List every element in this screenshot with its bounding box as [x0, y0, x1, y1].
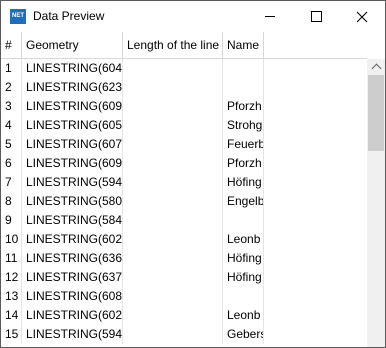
table-row[interactable]: 4 LINESTRING(6055 Strohg: [1, 116, 367, 135]
maximize-button[interactable]: [293, 1, 339, 32]
row-index-cell[interactable]: 5: [1, 135, 22, 154]
length-cell[interactable]: [123, 230, 223, 249]
chevron-up-icon: [371, 63, 381, 74]
row-index-cell[interactable]: 12: [1, 268, 22, 287]
row-index-cell[interactable]: 11: [1, 249, 22, 268]
data-grid[interactable]: # Geometry Length of the line Name 1 LINE…: [1, 32, 385, 347]
name-cell[interactable]: Leonb: [223, 230, 264, 249]
length-cell[interactable]: [123, 135, 223, 154]
length-cell[interactable]: [123, 268, 223, 287]
name-cell[interactable]: [223, 287, 264, 306]
maximize-icon: [310, 11, 322, 22]
length-cell[interactable]: [123, 249, 223, 268]
name-cell[interactable]: Höfing: [223, 268, 264, 287]
geometry-cell[interactable]: LINESTRING(6094: [22, 154, 123, 173]
geometry-cell[interactable]: LINESTRING(6022: [22, 230, 123, 249]
scroll-up-button[interactable]: [367, 59, 385, 75]
name-cell[interactable]: Strohg: [223, 116, 264, 135]
row-index-cell[interactable]: 1: [1, 59, 22, 78]
geometry-cell[interactable]: LINESTRING(5944: [22, 325, 123, 344]
minimize-button[interactable]: [247, 1, 293, 32]
geometry-cell[interactable]: LINESTRING(6370: [22, 268, 123, 287]
table-row[interactable]: 7 LINESTRING(5946 Höfing: [1, 173, 367, 192]
close-button[interactable]: [339, 1, 385, 32]
table-row[interactable]: 2 LINESTRING(6233: [1, 78, 367, 97]
length-cell[interactable]: [123, 78, 223, 97]
column-header-geometry[interactable]: Geometry: [22, 32, 123, 58]
table-row[interactable]: 3 LINESTRING(6090 Pforzh: [1, 97, 367, 116]
table-row[interactable]: 13 LINESTRING(6087: [1, 287, 367, 306]
table-row[interactable]: 6 LINESTRING(6094 Pforzh: [1, 154, 367, 173]
row-index-cell[interactable]: 10: [1, 230, 22, 249]
name-cell[interactable]: Feuerb: [223, 135, 264, 154]
table-row[interactable]: 14 LINESTRING(6029 Leonb: [1, 306, 367, 325]
row-index-cell[interactable]: 7: [1, 173, 22, 192]
name-cell[interactable]: Pforzh: [223, 154, 264, 173]
table-row[interactable]: 10 LINESTRING(6022 Leonb: [1, 230, 367, 249]
geometry-cell[interactable]: LINESTRING(6070: [22, 135, 123, 154]
table-row[interactable]: 5 LINESTRING(6070 Feuerb: [1, 135, 367, 154]
geometry-cell[interactable]: LINESTRING(6087: [22, 287, 123, 306]
table-row[interactable]: 12 LINESTRING(6370 Höfing: [1, 268, 367, 287]
name-cell[interactable]: [223, 211, 264, 230]
row-index-cell[interactable]: 2: [1, 78, 22, 97]
table-row[interactable]: 9 LINESTRING(5847: [1, 211, 367, 230]
name-cell[interactable]: Pforzh: [223, 97, 264, 116]
row-index-cell[interactable]: 8: [1, 192, 22, 211]
name-cell[interactable]: Gebers: [223, 325, 264, 344]
table-row[interactable]: 11 LINESTRING(6368 Höfing: [1, 249, 367, 268]
window-title: Data Preview: [33, 9, 105, 23]
length-cell[interactable]: [123, 59, 223, 78]
length-cell[interactable]: [123, 287, 223, 306]
geometry-cell[interactable]: LINESTRING(5847: [22, 211, 123, 230]
scrollbar-thumb[interactable]: [368, 75, 384, 151]
name-cell[interactable]: Leonb: [223, 306, 264, 325]
geometry-cell[interactable]: LINESTRING(6090: [22, 97, 123, 116]
geometry-cell[interactable]: LINESTRING(6368: [22, 249, 123, 268]
row-index-cell[interactable]: 14: [1, 306, 22, 325]
table-row[interactable]: 1 LINESTRING(6046: [1, 59, 367, 78]
app-icon: NET: [10, 9, 26, 24]
geometry-cell[interactable]: LINESTRING(6233: [22, 78, 123, 97]
data-preview-window: NET Data Preview # Geometry Length of th…: [0, 0, 386, 348]
name-cell[interactable]: Höfing: [223, 249, 264, 268]
geometry-cell[interactable]: LINESTRING(6029: [22, 306, 123, 325]
row-index-cell[interactable]: 9: [1, 211, 22, 230]
column-header-index[interactable]: #: [1, 32, 22, 58]
length-cell[interactable]: [123, 325, 223, 344]
length-cell[interactable]: [123, 306, 223, 325]
row-index-cell[interactable]: 3: [1, 97, 22, 116]
vertical-scrollbar[interactable]: [367, 59, 385, 347]
geometry-cell[interactable]: LINESTRING(6046: [22, 59, 123, 78]
minimize-icon: [265, 16, 275, 17]
length-cell[interactable]: [123, 192, 223, 211]
geometry-cell[interactable]: LINESTRING(5946: [22, 173, 123, 192]
table-row[interactable]: 8 LINESTRING(5808 Engelb: [1, 192, 367, 211]
row-index-cell[interactable]: 15: [1, 325, 22, 344]
column-header-row: # Geometry Length of the line Name: [1, 32, 367, 59]
name-cell[interactable]: Höfing: [223, 173, 264, 192]
title-bar[interactable]: NET Data Preview: [1, 1, 385, 32]
name-cell[interactable]: [223, 78, 264, 97]
geometry-cell[interactable]: LINESTRING(5808: [22, 192, 123, 211]
name-cell[interactable]: [223, 59, 264, 78]
row-index-cell[interactable]: 13: [1, 287, 22, 306]
length-cell[interactable]: [123, 154, 223, 173]
length-cell[interactable]: [123, 211, 223, 230]
table-row[interactable]: 15 LINESTRING(5944 Gebers: [1, 325, 367, 344]
name-cell[interactable]: Engelb: [223, 192, 264, 211]
length-cell[interactable]: [123, 173, 223, 192]
geometry-cell[interactable]: LINESTRING(6055: [22, 116, 123, 135]
column-header-length[interactable]: Length of the line: [123, 32, 223, 58]
close-icon: [356, 11, 368, 22]
length-cell[interactable]: [123, 116, 223, 135]
length-cell[interactable]: [123, 97, 223, 116]
row-index-cell[interactable]: 6: [1, 154, 22, 173]
column-header-name[interactable]: Name: [223, 32, 264, 58]
row-index-cell[interactable]: 4: [1, 116, 22, 135]
